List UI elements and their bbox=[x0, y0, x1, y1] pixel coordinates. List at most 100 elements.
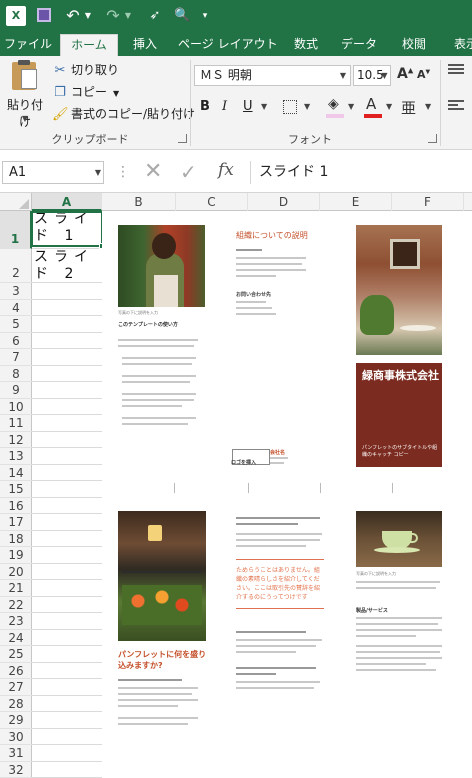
grow-font-icon[interactable]: A▲ bbox=[397, 66, 413, 82]
row-header-15[interactable]: 15 bbox=[0, 481, 32, 498]
borders-dropdown-icon[interactable]: ▼ bbox=[304, 102, 310, 111]
row-header-29[interactable]: 29 bbox=[0, 712, 32, 729]
italic-button[interactable]: I bbox=[222, 99, 227, 114]
formula-input[interactable]: スライド 1 bbox=[250, 161, 472, 184]
format-painter-button[interactable]: 🖌 書式のコピー/貼り付け bbox=[52, 104, 195, 124]
align-top-icon[interactable] bbox=[448, 64, 464, 76]
touch-mode-icon[interactable]: ➶ bbox=[148, 6, 162, 26]
borders-icon[interactable] bbox=[283, 100, 297, 114]
row-header-7[interactable]: 7 bbox=[0, 349, 32, 366]
row-header-3[interactable]: 3 bbox=[0, 283, 32, 300]
column-header-a[interactable]: A bbox=[32, 193, 102, 211]
row-header-1[interactable]: 1 bbox=[0, 211, 32, 249]
row-header-18[interactable]: 18 bbox=[0, 531, 32, 547]
underline-dropdown-icon[interactable]: ▼ bbox=[261, 102, 267, 111]
row-header-25[interactable]: 25 bbox=[0, 646, 32, 663]
row-header-11[interactable]: 11 bbox=[0, 415, 32, 432]
row-header-27[interactable]: 27 bbox=[0, 679, 32, 696]
cell-a2[interactable]: スライド 2 bbox=[34, 249, 102, 283]
brochure-photo-woman[interactable] bbox=[118, 225, 205, 307]
contact-heading: お問い合わせ先 bbox=[236, 292, 272, 298]
font-color-dropdown-icon[interactable]: ▼ bbox=[386, 102, 392, 111]
phonetic-guide-icon[interactable]: 亜 bbox=[401, 97, 416, 118]
row-header-4[interactable]: 4 bbox=[0, 300, 32, 316]
font-color-icon[interactable]: A bbox=[366, 95, 376, 113]
copy-dropdown-icon[interactable]: ▼ bbox=[113, 89, 119, 98]
tab-page-layout[interactable]: ページ レイアウト bbox=[178, 32, 278, 56]
fill-color-dropdown-icon[interactable]: ▼ bbox=[348, 102, 354, 111]
underline-button[interactable]: U bbox=[243, 99, 253, 114]
save-icon[interactable] bbox=[36, 6, 52, 26]
row-header-22[interactable]: 22 bbox=[0, 597, 32, 613]
brochure-photo-cafe[interactable] bbox=[356, 225, 442, 355]
tab-file[interactable]: ファイル bbox=[0, 32, 56, 56]
phonetic-dropdown-icon[interactable]: ▼ bbox=[425, 102, 431, 111]
redo-icon[interactable]: ↷ bbox=[104, 6, 122, 26]
brand-panel[interactable]: 緑商事株式会社 パンフレットのサブタイトルや組織のキャッチ コピー bbox=[356, 363, 442, 467]
cut-button[interactable]: ✂ 切り取り bbox=[52, 60, 119, 80]
row-header-10[interactable]: 10 bbox=[0, 399, 32, 415]
row-header-19[interactable]: 19 bbox=[0, 547, 32, 564]
row-header-26[interactable]: 26 bbox=[0, 663, 32, 679]
row-header-6[interactable]: 6 bbox=[0, 333, 32, 349]
customize-qat-icon[interactable]: ▾ bbox=[200, 6, 210, 26]
formula-bar-resize-handle[interactable]: ⋮ bbox=[116, 163, 130, 181]
row-header-8[interactable]: 8 bbox=[0, 366, 32, 382]
bold-button[interactable]: B bbox=[200, 99, 210, 114]
copy-button[interactable]: ❐ コピー ▼ bbox=[52, 82, 119, 102]
row-header-24[interactable]: 24 bbox=[0, 630, 32, 646]
tab-home[interactable]: ホーム bbox=[60, 34, 118, 56]
row-gridline bbox=[32, 430, 102, 432]
font-size-select[interactable]: 10.5 ▼ bbox=[353, 65, 391, 86]
row-gridline bbox=[32, 348, 102, 349]
row-header-30[interactable]: 30 bbox=[0, 729, 32, 745]
row-header-13[interactable]: 13 bbox=[0, 448, 32, 465]
column-header-c[interactable]: C bbox=[176, 193, 248, 211]
row-header-9[interactable]: 9 bbox=[0, 382, 32, 399]
name-box[interactable]: A1 ▼ bbox=[2, 161, 104, 184]
redo-dropdown-icon[interactable]: ▼ bbox=[124, 6, 132, 26]
row-header-31[interactable]: 31 bbox=[0, 745, 32, 762]
paste-button[interactable]: 貼り付け ▼ bbox=[2, 60, 46, 129]
paste-dropdown-icon[interactable]: ▼ bbox=[20, 114, 30, 123]
tab-view[interactable]: 表示 bbox=[446, 32, 472, 56]
brochure-photo-cup[interactable] bbox=[356, 511, 442, 567]
worksheet-grid[interactable]: A B C D E F 1 2 3 4 5 6 7 8 9 10 11 12 13 14 15 16 17 18 1… bbox=[0, 193, 472, 778]
font-name-value: ＭＳ 明朝 bbox=[200, 68, 252, 82]
row-header-2[interactable]: 2 bbox=[0, 249, 32, 283]
font-launcher-icon[interactable] bbox=[428, 134, 437, 143]
row-header-32[interactable]: 32 bbox=[0, 762, 32, 778]
tab-data[interactable]: データ bbox=[336, 32, 382, 56]
column-header-d[interactable]: D bbox=[248, 193, 320, 211]
clipboard-launcher-icon[interactable] bbox=[178, 134, 187, 143]
cancel-icon[interactable]: ✕ bbox=[144, 159, 162, 185]
align-left-icon[interactable] bbox=[448, 100, 464, 112]
row-header-12[interactable]: 12 bbox=[0, 432, 32, 448]
font-name-select[interactable]: ＭＳ 明朝 ▼ bbox=[194, 65, 351, 86]
tab-review[interactable]: 校閲 bbox=[392, 32, 436, 56]
row-header-28[interactable]: 28 bbox=[0, 696, 32, 712]
undo-dropdown-icon[interactable]: ▼ bbox=[84, 6, 92, 26]
fill-color-icon[interactable]: ◈ bbox=[328, 96, 339, 112]
row-header-20[interactable]: 20 bbox=[0, 564, 32, 580]
testimonial-quote[interactable]: ためらうことはありません。組織の素晴らしさを紹介してください。ここは取引先の賛辞… bbox=[236, 559, 324, 609]
row-header-16[interactable]: 16 bbox=[0, 498, 32, 514]
row-header-5[interactable]: 5 bbox=[0, 316, 32, 333]
insert-function-icon[interactable]: fx bbox=[218, 160, 234, 180]
print-preview-icon[interactable]: 🔍 bbox=[174, 6, 190, 26]
row-header-14[interactable]: 14 bbox=[0, 465, 32, 481]
select-all-button[interactable] bbox=[0, 193, 32, 211]
column-header-b[interactable]: B bbox=[102, 193, 176, 211]
excel-window: X ↶ ▼ ↷ ▼ ➶ 🔍 ▾ ファイル ホーム 挿入 ページ レイアウト 数式… bbox=[0, 0, 472, 778]
column-header-e[interactable]: E bbox=[320, 193, 392, 211]
tab-formulas[interactable]: 数式 bbox=[284, 32, 328, 56]
row-header-21[interactable]: 21 bbox=[0, 580, 32, 597]
column-header-f[interactable]: F bbox=[392, 193, 464, 211]
brochure-photo-flowers[interactable] bbox=[118, 511, 206, 641]
row-header-23[interactable]: 23 bbox=[0, 613, 32, 630]
shrink-font-icon[interactable]: A▼ bbox=[417, 68, 430, 81]
undo-icon[interactable]: ↶ bbox=[64, 6, 82, 26]
enter-icon[interactable]: ✓ bbox=[180, 159, 197, 185]
tab-insert[interactable]: 挿入 bbox=[124, 32, 166, 56]
row-header-17[interactable]: 17 bbox=[0, 514, 32, 531]
